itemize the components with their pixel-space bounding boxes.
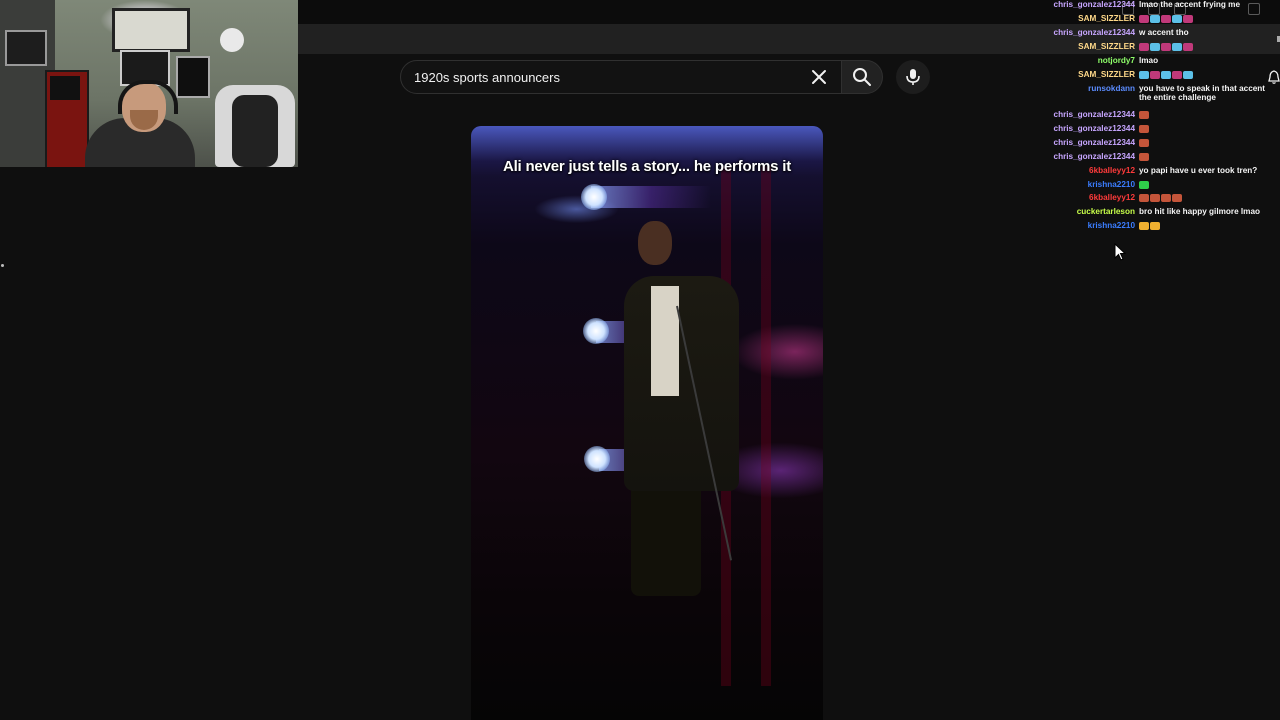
chat-emote-icon xyxy=(1172,193,1182,202)
arcade-screen xyxy=(50,76,80,100)
ring-light xyxy=(220,28,244,52)
chat-emote-icon xyxy=(1161,193,1171,202)
chat-username[interactable]: 6kballeyy12 xyxy=(1089,166,1135,175)
search-input[interactable] xyxy=(414,61,794,93)
chat-username[interactable]: 6kballeyy12 xyxy=(1089,193,1135,202)
chat-message-text: bro hit like happy gilmore lmao xyxy=(1139,207,1261,216)
performer-body xyxy=(624,276,739,491)
chat-username[interactable]: krishna2210 xyxy=(1088,221,1135,230)
wall-picture xyxy=(176,56,210,98)
chat-emote-icon xyxy=(1161,42,1171,51)
chat-emote-icon xyxy=(1172,14,1182,23)
chat-emote-icon xyxy=(1139,42,1149,51)
chat-emote-icon xyxy=(1139,110,1149,119)
chat-emote-icon xyxy=(1139,14,1149,23)
chat-message-text: lmao the accent frying me xyxy=(1139,0,1241,9)
chat-emote-icon xyxy=(1150,42,1160,51)
chat-message-text xyxy=(1139,221,1269,230)
spotlight-beam xyxy=(591,186,711,208)
chat-message-text xyxy=(1139,152,1269,161)
chat-message-text: lmao xyxy=(1139,56,1159,65)
streamer-webcam xyxy=(0,0,298,167)
chat-message-text: yo papi have u ever took tren? xyxy=(1139,166,1258,175)
chat-emote-icon xyxy=(1172,70,1182,79)
chat-emote-icon xyxy=(1161,14,1171,23)
mouse-cursor-icon xyxy=(1114,243,1126,261)
chat-emote-icon xyxy=(1139,70,1149,79)
chat-username[interactable]: chris_gonzalez12344 xyxy=(1054,0,1135,9)
page-edge-dot xyxy=(1,264,4,267)
chat-message-text xyxy=(1139,124,1269,133)
wall-picture xyxy=(112,8,190,52)
chat-emote-icon xyxy=(1150,221,1160,230)
chat-emote-icon xyxy=(1183,42,1193,51)
chat-message-text xyxy=(1139,138,1269,147)
chat-message-text xyxy=(1139,42,1269,51)
chat-username[interactable]: chris_gonzalez12344 xyxy=(1054,110,1135,119)
gaming-chair-seat xyxy=(232,95,278,167)
chat-message-text: w accent tho xyxy=(1139,28,1189,37)
chat-message-text xyxy=(1139,14,1269,23)
chat-username[interactable]: SAM_SIZZLER xyxy=(1078,42,1135,51)
chat-emote-icon xyxy=(1183,14,1193,23)
shorts-video-player[interactable]: Ali never just tells a story... he perfo… xyxy=(471,126,823,720)
search-button[interactable] xyxy=(841,60,883,94)
chat-username[interactable]: chris_gonzalez12344 xyxy=(1054,152,1135,161)
chat-message-text: you have to speak in that accent the ent… xyxy=(1139,84,1266,102)
chat-emote-icon xyxy=(1161,70,1171,79)
spotlight xyxy=(584,446,610,472)
chat-emote-icon xyxy=(1183,70,1193,79)
search-box[interactable] xyxy=(400,60,842,94)
bell-icon[interactable] xyxy=(1268,70,1280,84)
chat-emote-icon xyxy=(1150,70,1160,79)
chat-username[interactable]: SAM_SIZZLER xyxy=(1078,70,1135,79)
performer-head xyxy=(638,221,672,265)
chat-emote-icon xyxy=(1139,221,1149,230)
chat-message-text xyxy=(1139,193,1269,202)
chat-emote-icon xyxy=(1139,180,1149,189)
chat-emote-icon xyxy=(1139,193,1149,202)
search-icon xyxy=(853,68,871,86)
spotlight xyxy=(583,318,609,344)
chat-username[interactable]: runsokdann xyxy=(1088,84,1135,93)
chat-username[interactable]: chris_gonzalez12344 xyxy=(1054,124,1135,133)
chat-emote-icon xyxy=(1150,193,1160,202)
chat-message-text xyxy=(1139,180,1269,189)
performer-legs xyxy=(631,481,701,596)
chat-emote-icon xyxy=(1139,152,1149,161)
chat-username[interactable]: krishna2210 xyxy=(1088,180,1135,189)
stage-curtain xyxy=(761,166,771,686)
chat-username[interactable]: notjordy7 xyxy=(1098,56,1135,65)
chat-username[interactable]: cuckertarleson xyxy=(1077,207,1135,216)
microphone-icon xyxy=(906,69,920,85)
video-caption: Ali never just tells a story... he perfo… xyxy=(502,158,792,175)
performer-shirt xyxy=(651,286,679,396)
voice-search-button[interactable] xyxy=(896,60,930,94)
webcam-wall-frame xyxy=(5,30,47,66)
chat-username[interactable]: chris_gonzalez12344 xyxy=(1054,28,1135,37)
chat-message-text xyxy=(1139,110,1269,119)
chat-emote-icon xyxy=(1139,124,1149,133)
spotlight xyxy=(581,184,607,210)
chat-emote-icon xyxy=(1150,14,1160,23)
chat-emote-icon xyxy=(1172,42,1182,51)
chat-message-text xyxy=(1139,70,1269,79)
chat-emote-icon xyxy=(1139,138,1149,147)
chat-username[interactable]: SAM_SIZZLER xyxy=(1078,14,1135,23)
chat-username[interactable]: chris_gonzalez12344 xyxy=(1054,138,1135,147)
close-icon[interactable] xyxy=(809,67,829,87)
